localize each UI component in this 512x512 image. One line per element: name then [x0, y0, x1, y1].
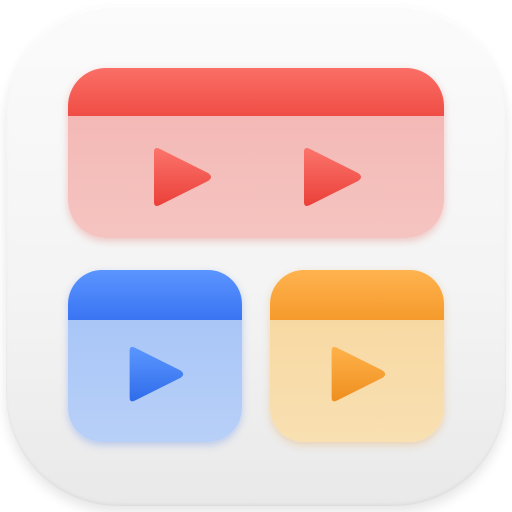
blue-panel-title-bar [68, 270, 242, 320]
red-video-panel [68, 68, 444, 238]
play-icon [129, 346, 184, 402]
red-panel-title-bar [68, 68, 444, 116]
orange-video-panel [270, 270, 444, 442]
orange-panel-title-bar [270, 270, 444, 320]
red-panel-body [68, 116, 444, 238]
app-icon [0, 0, 512, 512]
play-icon [154, 148, 211, 206]
play-icon [304, 148, 361, 206]
blue-video-panel [68, 270, 242, 442]
play-icon [331, 346, 386, 402]
